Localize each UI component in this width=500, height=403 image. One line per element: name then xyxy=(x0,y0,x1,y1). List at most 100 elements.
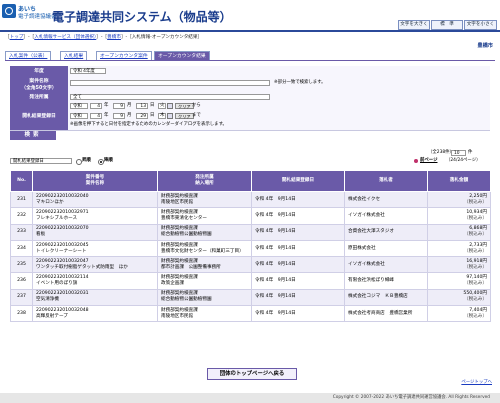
case-name-link[interactable]: ワンタッチ取付樹脂ゲタット式防雨型 ほか xyxy=(36,265,154,271)
date-label: 開札結果登録日 xyxy=(10,101,68,130)
row-no: 231 xyxy=(10,190,33,209)
table-row: 231 220902232010032040 マキロンほか 財務部契約検査課 南陵地… xyxy=(10,190,491,209)
page-indicator: （24/24ページ） xyxy=(446,157,481,163)
from-day-input[interactable]: 13 xyxy=(136,103,148,109)
form-row-date: 開札結果登録日 令和 4 年 9 月 13 日 火 クリア から 令和 4 年 … xyxy=(10,101,490,131)
to-dow: 木 xyxy=(158,113,167,119)
case-name-note: ※部分一致で検索します。 xyxy=(274,80,326,85)
case-name-link[interactable]: トイレクリーナーシート xyxy=(36,249,154,255)
breadcrumb: ［トップ］-［入札情報サービス（団体選択）］-［豊橋市］-［入札情報-オープンカ… xyxy=(5,35,203,40)
table-row: 237 220902232010032031 空気清浄機 財務部契約検査課 総合動植… xyxy=(10,288,491,307)
org-name: 豊橋市 xyxy=(477,43,493,49)
to-calendar-icon[interactable] xyxy=(167,113,173,119)
row-no: 233 xyxy=(10,223,33,241)
to-day-input[interactable]: 29 xyxy=(136,113,148,119)
to-year-input[interactable]: 4 xyxy=(90,113,102,119)
font-large-button[interactable]: 文字を大きく xyxy=(398,20,430,30)
from-month-input[interactable]: 9 xyxy=(113,103,125,109)
col-dept: 発注所属 納入場所 xyxy=(157,170,252,192)
to-suffix: まで xyxy=(192,113,201,118)
calendar-note: ※画像を押下すると日付を指定するためのカレンダーダイアログを表示します。 xyxy=(70,122,227,127)
desc-label: 降順 xyxy=(104,157,113,163)
dept-label: 発注所属 xyxy=(10,92,68,101)
col-date: 開札結果登録日 xyxy=(251,170,345,192)
system-title: 電子調達共同システム（物品等） xyxy=(52,10,232,24)
case-name-link[interactable]: イベント用のぼり旗 xyxy=(36,281,154,287)
col-no: No. xyxy=(10,170,33,192)
to-month-input[interactable]: 9 xyxy=(113,113,125,119)
delivery-place: 総合動植物公園動植物園 xyxy=(161,297,212,303)
from-calendar-icon[interactable] xyxy=(167,103,173,109)
to-year-unit: 年 xyxy=(104,113,109,118)
breadcrumb-org[interactable]: 豊橋市 xyxy=(107,35,121,40)
font-small-button[interactable]: 文字を小さく xyxy=(464,20,497,30)
case-name-link[interactable]: 空気清浄機 xyxy=(36,297,154,303)
tax-note: （税込み） xyxy=(464,281,487,287)
logo-text-line2: 電子調達協議会 xyxy=(18,14,57,20)
result-date: 令和 4年 9月14日 xyxy=(251,223,345,241)
result-date: 令和 4年 9月14日 xyxy=(251,305,345,323)
header-divider xyxy=(0,30,500,32)
case-name-link[interactable]: 高輝反射テープ xyxy=(36,314,154,320)
row-no: 235 xyxy=(10,256,33,274)
result-date: 令和 4年 9月14日 xyxy=(251,207,345,225)
breadcrumb-service[interactable]: 入札情報サービス（団体選択） xyxy=(34,35,96,40)
result-date: 令和 4年 9月14日 xyxy=(251,256,345,274)
delivery-place: 豊橋市文化財センター（和菓町三丁目） xyxy=(161,248,244,254)
delivery-place: 政策企画課 xyxy=(161,281,184,287)
delivery-place: 総合動植物公園動植物園 xyxy=(161,232,212,238)
fiscal-year-label: 年度 xyxy=(10,66,68,75)
form-row-case-name: 案件名称 （全角50文字） ※部分一致で検索します。 xyxy=(10,75,490,93)
prev-page-icon[interactable] xyxy=(414,159,418,163)
from-year-input[interactable]: 4 xyxy=(90,103,102,109)
to-clear-button[interactable]: クリア xyxy=(175,113,194,119)
row-no: 234 xyxy=(10,239,33,258)
winner: イソガイ株式会社 xyxy=(344,256,428,274)
from-day-unit: 日 xyxy=(150,103,155,108)
tax-note: （税込み） xyxy=(464,232,487,238)
sort-select[interactable]: 開札結果登録日 xyxy=(10,158,72,164)
from-suffix: から xyxy=(192,103,201,108)
case-name-link[interactable]: マキロンほか xyxy=(36,200,154,206)
to-era-select[interactable]: 令和 xyxy=(70,113,88,119)
row-no: 238 xyxy=(10,305,33,323)
case-name-label: 案件名称 （全角50文字） xyxy=(10,75,68,92)
page-top-link[interactable]: ページトップへ xyxy=(461,380,492,386)
col-winner: 落札者 xyxy=(344,170,428,192)
delivery-place: 南陵地区市民館 xyxy=(161,313,194,319)
winner: イソガイ株式会社 xyxy=(344,207,428,225)
delivery-place: 都市計画課 公園整備事務所 xyxy=(161,264,221,270)
tax-note: （税込み） xyxy=(464,215,487,221)
result-date: 令和 4年 9月14日 xyxy=(251,239,345,258)
tax-note: （税込み） xyxy=(464,248,487,254)
logo: あいち 電子調達協議会 xyxy=(2,4,57,24)
winner: 株式会社考商商店 豊橋営業所 xyxy=(344,305,428,323)
row-no: 237 xyxy=(10,288,33,307)
winner: 有限会社浜松ぼり幟峰 xyxy=(344,272,428,290)
winner: 株式会社イクセ xyxy=(344,190,428,209)
case-name-link[interactable]: フレキシブルホース xyxy=(36,216,154,222)
fiscal-year-select[interactable]: 令和 4年度 xyxy=(70,67,106,74)
prev-page-link[interactable]: 前ページ xyxy=(420,158,437,164)
case-name-link[interactable]: 看板 xyxy=(36,232,154,238)
from-clear-button[interactable]: クリア xyxy=(175,103,194,109)
dept-select[interactable]: 全て xyxy=(70,93,270,100)
per-page-select[interactable]: 10 xyxy=(451,150,466,156)
font-standard-button[interactable]: 標 準 xyxy=(431,20,463,30)
back-to-org-top-button[interactable]: 団体のトップページへ戻る xyxy=(207,368,297,380)
case-name-input[interactable] xyxy=(70,80,270,86)
from-month-unit: 月 xyxy=(127,103,132,108)
tab-underline xyxy=(5,60,495,61)
table-row: 233 220902232010032070 看板 財務部契約検査課 総合動植物公園… xyxy=(10,223,491,241)
delivery-place: 豊橋市東清化センター xyxy=(161,215,207,221)
to-day-unit: 日 xyxy=(150,113,155,118)
winner: 株式会社コジマ ＫＢ豊橋店 xyxy=(344,288,428,307)
winner: 原田株式会社 xyxy=(344,239,428,258)
row-no: 236 xyxy=(10,272,33,290)
breadcrumb-current: 入札情報-オープンカウンタ結果 xyxy=(131,35,198,40)
per-page-unit: 件 xyxy=(468,150,473,155)
search-button[interactable]: 検索 xyxy=(10,131,56,140)
breadcrumb-top[interactable]: トップ xyxy=(10,35,24,40)
table-row: 236 220902232010032114 イベント用のぼり旗 財務部契約検査課… xyxy=(10,272,491,290)
from-era-select[interactable]: 令和 xyxy=(70,103,88,109)
